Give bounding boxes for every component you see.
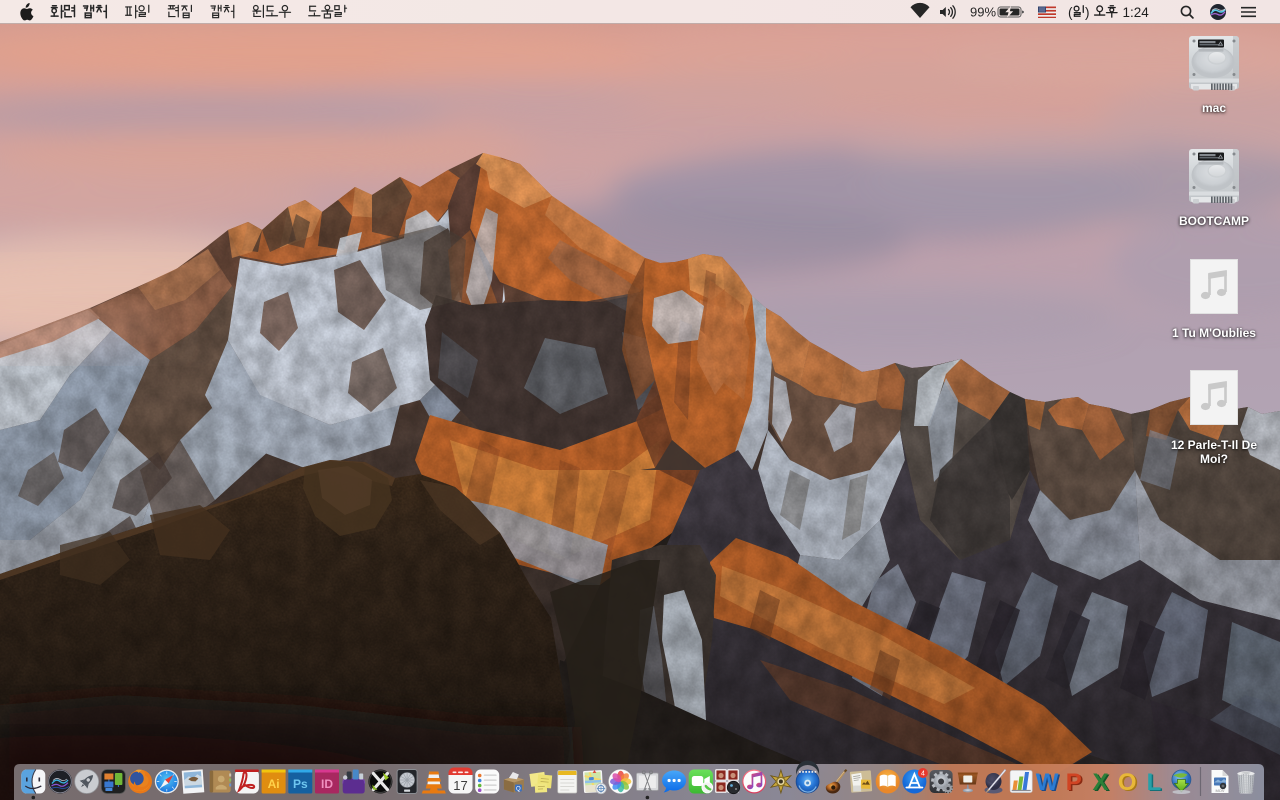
svg-text:X: X: [1092, 769, 1108, 796]
svg-text:1:24: 1:24: [1123, 5, 1150, 20]
svg-text:O: O: [1118, 769, 1137, 796]
svg-text:17: 17: [453, 778, 467, 793]
svg-text:ID: ID: [321, 777, 333, 791]
svg-text:MOV: MOV: [1215, 788, 1224, 793]
svg-text:Ai: Ai: [268, 777, 280, 791]
svg-text:(: (: [1068, 5, 1073, 20]
svg-text:4: 4: [921, 770, 925, 777]
svg-text:P: P: [1066, 769, 1082, 796]
svg-text:L: L: [1147, 769, 1162, 796]
svg-text:): ): [1085, 5, 1090, 20]
svg-text:Q: Q: [516, 786, 521, 792]
svg-text:W: W: [1036, 769, 1059, 796]
svg-text:99%: 99%: [970, 5, 996, 20]
svg-text:Ps: Ps: [293, 777, 308, 791]
